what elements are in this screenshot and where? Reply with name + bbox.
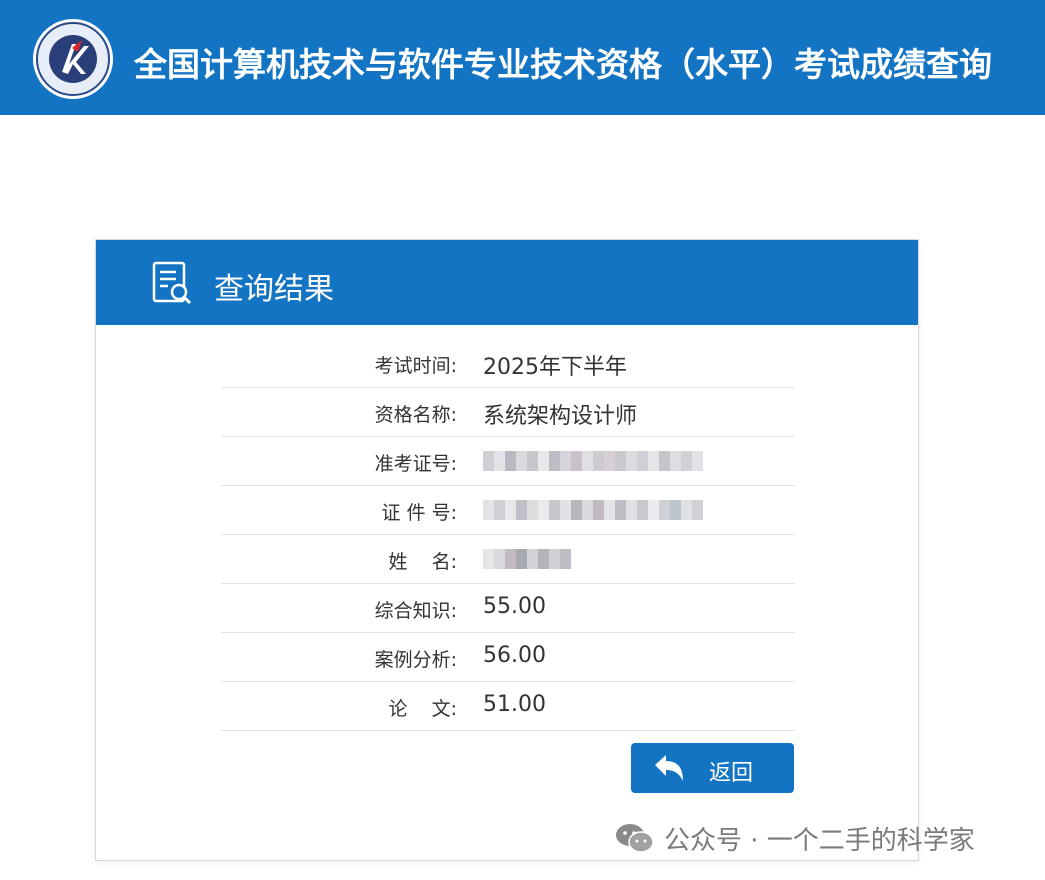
row-admission-number: 准考证号: xyxy=(221,437,795,486)
row-comprehensive-knowledge: 综合知识: 55.00 xyxy=(221,584,795,633)
essay-score: 51.00 xyxy=(483,692,546,717)
qualification-label: 资格名称: xyxy=(374,404,457,426)
admission-number-label: 准考证号: xyxy=(374,453,457,475)
essay-label: 论 文: xyxy=(388,698,457,720)
case-analysis-score: 56.00 xyxy=(483,643,546,668)
return-arrow-icon xyxy=(655,755,683,781)
comprehensive-knowledge-score: 55.00 xyxy=(483,594,546,619)
case-analysis-label: 案例分析: xyxy=(374,649,457,671)
comprehensive-knowledge-label: 综合知识: xyxy=(374,600,457,622)
watermark-text: 公众号 · 一个二手的科学家 xyxy=(664,825,975,856)
card-title: 查询结果 xyxy=(214,272,334,307)
row-id-number: 证 件 号: xyxy=(221,486,795,535)
exam-logo xyxy=(33,19,113,99)
row-essay: 论 文: 51.00 xyxy=(221,682,795,731)
qualification-value: 系统架构设计师 xyxy=(483,404,638,429)
watermark: 公众号 · 一个二手的科学家 xyxy=(614,818,975,858)
top-banner: 全国计算机技术与软件专业技术资格（水平）考试成绩查询 xyxy=(0,0,1045,115)
result-card: 查询结果 考试时间: 2025年下半年 资格名称: 系统架构设计师 准考证号: … xyxy=(95,239,919,861)
row-qualification: 资格名称: 系统架构设计师 xyxy=(221,388,795,437)
exam-time-value: 2025年下半年 xyxy=(483,355,627,380)
admission-number-redacted xyxy=(483,451,703,471)
back-button-label: 返回 xyxy=(709,761,754,786)
card-header: 查询结果 xyxy=(96,240,918,325)
page-title: 全国计算机技术与软件专业技术资格（水平）考试成绩查询 xyxy=(134,45,992,84)
id-number-label: 证 件 号: xyxy=(381,502,457,524)
row-case-analysis: 案例分析: 56.00 xyxy=(221,633,795,682)
back-button[interactable]: 返回 xyxy=(631,743,794,793)
name-redacted xyxy=(483,549,571,569)
result-list: 考试时间: 2025年下半年 资格名称: 系统架构设计师 准考证号: 证 件 号… xyxy=(221,339,795,731)
id-number-redacted xyxy=(483,500,703,520)
document-search-icon xyxy=(152,261,192,305)
name-label: 姓 名: xyxy=(388,551,457,573)
wechat-icon xyxy=(616,824,654,853)
row-exam-time: 考试时间: 2025年下半年 xyxy=(221,339,795,388)
exam-time-label: 考试时间: xyxy=(374,355,457,377)
row-name: 姓 名: xyxy=(221,535,795,584)
